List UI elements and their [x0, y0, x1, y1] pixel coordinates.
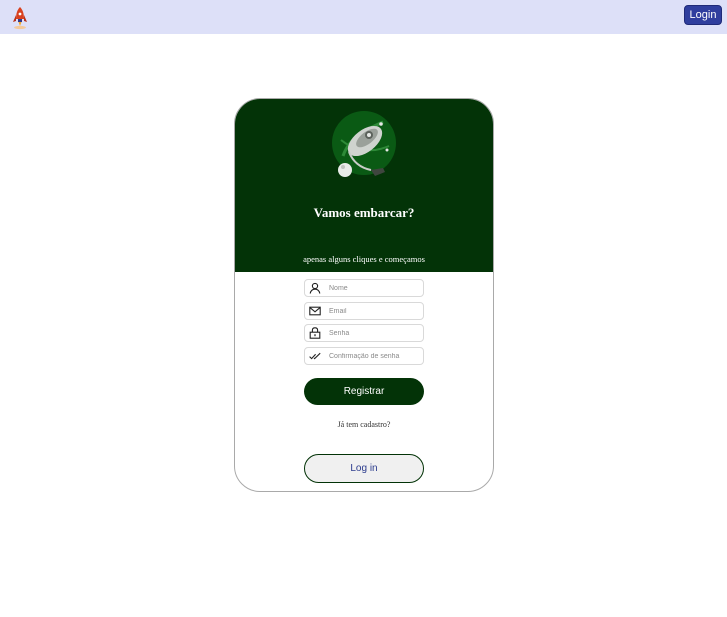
confirm-password-field[interactable]: [304, 347, 424, 365]
card-title: Vamos embarcar?: [313, 205, 415, 220]
confirm-password-input[interactable]: [329, 349, 421, 363]
email-input[interactable]: [329, 304, 421, 318]
password-input[interactable]: [329, 326, 421, 340]
rocket-logo-icon[interactable]: [10, 5, 30, 30]
card-subtitle: apenas alguns cliques e começamos: [303, 254, 425, 264]
password-field[interactable]: [304, 324, 424, 342]
header-login-button[interactable]: Login: [684, 5, 722, 25]
register-button[interactable]: Registrar: [304, 378, 424, 405]
signup-card: Vamos embarcar? apenas alguns cliques e …: [234, 98, 494, 492]
double-check-icon: [309, 352, 321, 360]
top-navbar: Login: [0, 0, 727, 34]
name-input[interactable]: [329, 281, 421, 295]
astronaut-illustration-icon: [332, 111, 396, 177]
lock-icon: [309, 327, 321, 339]
name-field[interactable]: [304, 279, 424, 297]
mail-icon: [309, 306, 321, 316]
user-icon: [309, 282, 321, 294]
login-button[interactable]: Log in: [304, 454, 424, 483]
card-header: Vamos embarcar? apenas alguns cliques e …: [235, 99, 493, 272]
already-registered-text: Já tem cadastro?: [337, 420, 391, 429]
email-field[interactable]: [304, 302, 424, 320]
